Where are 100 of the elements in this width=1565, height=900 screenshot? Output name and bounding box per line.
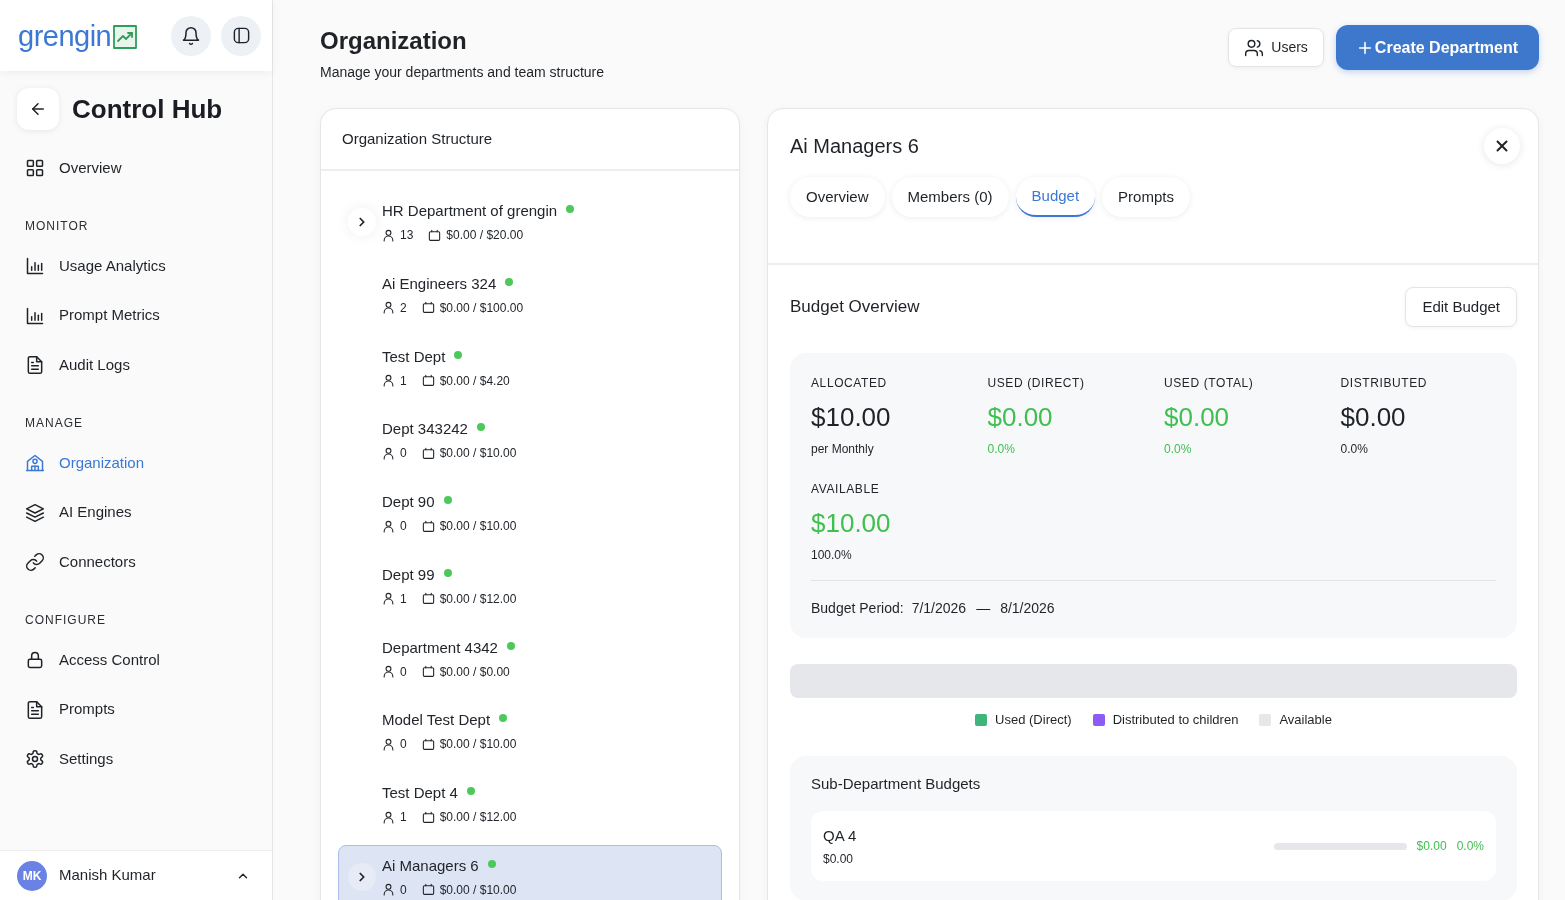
section-heading: CONFIGURE bbox=[24, 612, 107, 628]
nav-item[interactable]: Prompt Metrics bbox=[0, 295, 272, 336]
section-title: Budget Overview bbox=[790, 296, 920, 319]
person-icon bbox=[382, 519, 395, 533]
department-budget: $0.00 / $0.00 bbox=[439, 663, 510, 681]
nav-item[interactable]: AI Engines bbox=[0, 492, 272, 533]
stat-label: ALLOCATED bbox=[811, 375, 888, 391]
department-item[interactable]: Test Dept 4 1 $0.00 / $12.00 bbox=[338, 772, 722, 836]
layers-icon bbox=[25, 502, 45, 523]
house-icon bbox=[25, 453, 45, 473]
department-budget: $0.00 / $20.00 bbox=[446, 227, 524, 244]
department-item[interactable]: Model Test Dept 0 $0.00 / $10.00 bbox=[338, 699, 722, 764]
stat-note: per Monthly bbox=[811, 441, 875, 458]
bell-icon bbox=[181, 25, 201, 46]
nav-item[interactable]: Connectors bbox=[0, 542, 272, 582]
back-arrow-icon bbox=[29, 100, 47, 118]
member-count: 0 bbox=[400, 881, 407, 899]
tab[interactable]: Members (0) bbox=[891, 177, 1009, 217]
stat-note: 100.0% bbox=[811, 547, 853, 564]
nav-item[interactable]: Organization bbox=[0, 443, 272, 483]
tab[interactable]: Prompts bbox=[1102, 177, 1190, 217]
tab[interactable]: Overview bbox=[790, 177, 885, 217]
department-item[interactable]: Test Dept 1 $0.00 / $4.20 bbox=[338, 335, 722, 400]
back-button[interactable] bbox=[17, 88, 59, 130]
member-count: 0 bbox=[400, 445, 407, 463]
calendar-icon bbox=[421, 519, 435, 533]
person-icon bbox=[382, 228, 395, 242]
department-name: Department 4342 bbox=[382, 637, 498, 658]
stat-note: 0.0% bbox=[1340, 441, 1369, 458]
person-icon bbox=[382, 665, 395, 678]
period-label: Budget Period: bbox=[811, 599, 904, 618]
logo-text: grengin bbox=[18, 18, 112, 54]
section-heading: MONITOR bbox=[24, 218, 90, 234]
sub-department-budget: $0.00 bbox=[823, 850, 855, 867]
calendar-icon bbox=[421, 301, 435, 315]
department-item[interactable]: Dept 90 0 $0.00 / $10.00 bbox=[338, 481, 722, 545]
department-item[interactable]: HR Department of grengin 13 $0.00 / $20.00 bbox=[338, 190, 722, 254]
department-item[interactable]: Dept 343242 0 $0.00 / $10.00 bbox=[338, 408, 722, 473]
nav-item[interactable]: Overview bbox=[0, 148, 272, 188]
stat-label: DISTRIBUTED bbox=[1340, 375, 1429, 391]
spent-amount: $0.00 bbox=[1416, 838, 1447, 855]
sidebar-title: Control Hub bbox=[72, 93, 223, 126]
close-icon bbox=[1493, 137, 1511, 155]
stat-note: 0.0% bbox=[987, 441, 1016, 458]
nav-item[interactable]: Prompts bbox=[0, 689, 272, 730]
link-icon bbox=[25, 552, 45, 572]
department-budget: $0.00 / $12.00 bbox=[439, 809, 517, 826]
department-budget: $0.00 / $4.20 bbox=[439, 372, 510, 390]
stat-label: USED (DIRECT) bbox=[987, 375, 1086, 391]
section-heading: MANAGE bbox=[24, 415, 84, 431]
calendar-icon bbox=[421, 883, 435, 897]
period-start: 7/1/2026 bbox=[911, 599, 967, 618]
department-item[interactable]: Ai Engineers 324 2 $0.00 / $100.00 bbox=[338, 262, 722, 327]
create-department-button[interactable]: Create Department bbox=[1335, 25, 1539, 70]
department-name: HR Department of grengin bbox=[382, 201, 558, 221]
close-button[interactable] bbox=[1484, 128, 1520, 164]
department-item[interactable]: Ai Managers 6 0 $0.00 / $10.00 bbox=[338, 844, 722, 900]
plus-icon bbox=[1356, 39, 1373, 56]
document-icon bbox=[25, 355, 45, 375]
nav-item[interactable]: Settings bbox=[0, 739, 272, 779]
department-item[interactable]: Dept 99 1 $0.00 / $12.00 bbox=[338, 553, 722, 618]
calendar-icon bbox=[421, 665, 435, 678]
detail-title: Ai Managers 6 bbox=[790, 134, 919, 159]
notification-button[interactable] bbox=[171, 15, 211, 56]
panel-title: Organization Structure bbox=[342, 128, 493, 149]
department-name: Ai Managers 6 bbox=[382, 855, 479, 876]
calendar-icon bbox=[421, 592, 435, 606]
panel-icon bbox=[231, 26, 251, 45]
calendar-icon bbox=[421, 810, 435, 824]
calendar-icon bbox=[421, 446, 435, 460]
stat-value: $10.00 bbox=[811, 507, 892, 540]
department-item[interactable]: Department 4342 0 $0.00 / $0.00 bbox=[338, 626, 722, 691]
section-title: Sub-Department Budgets bbox=[811, 774, 982, 794]
department-budget: $0.00 / $12.00 bbox=[439, 590, 517, 608]
department-name: Dept 343242 bbox=[382, 419, 468, 440]
calendar-icon bbox=[421, 737, 435, 751]
users-button[interactable]: Users bbox=[1228, 28, 1324, 67]
users-icon bbox=[1244, 37, 1265, 58]
nav-item[interactable]: Audit Logs bbox=[0, 345, 272, 385]
person-icon bbox=[382, 592, 395, 606]
nav-item[interactable]: Usage Analytics bbox=[0, 246, 272, 286]
nav-item[interactable]: Access Control bbox=[0, 640, 272, 680]
person-icon bbox=[382, 810, 395, 824]
calendar-icon bbox=[428, 228, 442, 242]
person-icon bbox=[382, 374, 395, 387]
member-count: 0 bbox=[400, 736, 407, 754]
legend-label: Used (Direct) bbox=[995, 711, 1072, 729]
bar-chart-icon bbox=[25, 256, 45, 276]
page-subtitle: Manage your departments and team structure bbox=[320, 63, 605, 82]
person-icon bbox=[382, 446, 395, 460]
stat-value: $0.00 bbox=[1340, 401, 1407, 434]
tab[interactable]: Budget bbox=[1015, 177, 1096, 217]
stat-value: $0.00 bbox=[1164, 401, 1231, 434]
member-count: 0 bbox=[400, 663, 407, 681]
edit-budget-button[interactable]: Edit Budget bbox=[1405, 287, 1517, 327]
sidebar-toggle-button[interactable] bbox=[221, 15, 261, 56]
department-budget: $0.00 / $10.00 bbox=[439, 736, 517, 754]
legend-label: Distributed to children bbox=[1112, 711, 1239, 729]
page-title: Organization bbox=[320, 26, 468, 56]
document-icon bbox=[25, 699, 45, 720]
